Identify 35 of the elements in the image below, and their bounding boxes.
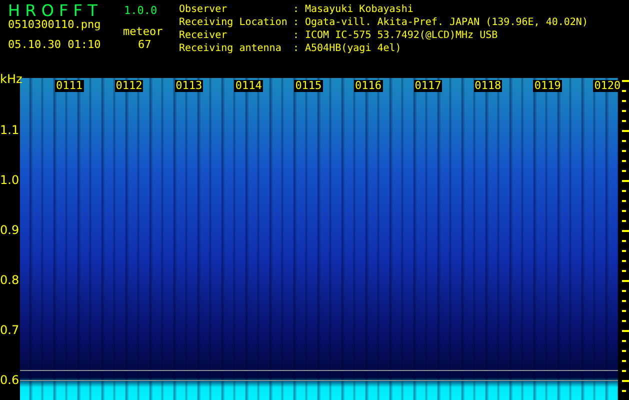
info-label: Observer (179, 3, 228, 16)
axis-unit: kHz (0, 72, 22, 86)
info-separator: : (293, 16, 300, 29)
info-value: Masayuki Kobayashi (305, 3, 414, 16)
frequency-label: 1.1 (0, 123, 20, 137)
frequency-label: 1.0 (0, 173, 20, 187)
time-label: 0111 (55, 80, 84, 92)
frequency-label: 0.8 (0, 273, 20, 287)
time-label: 0117 (414, 80, 442, 92)
meteor-count: 67 (138, 38, 152, 52)
time-label: 0113 (174, 80, 204, 92)
time-label: 0114 (234, 80, 263, 92)
info-value: Ogata-vill. Akita-Pref. JAPAN (139.96E, 40.02N) (305, 16, 588, 29)
app-name: H R O F F T (8, 2, 98, 20)
meteor-label: meteor (123, 25, 163, 39)
time-label: 0120 (593, 80, 622, 92)
time-label: 0112 (114, 80, 144, 92)
info-label: Receiving Location (179, 16, 288, 29)
file-name: 0510300110.png (8, 18, 101, 32)
info-separator: : (293, 29, 300, 42)
time-label: 0118 (474, 80, 502, 92)
info-label: Receiver (179, 29, 228, 42)
time-label: 0119 (533, 80, 562, 92)
frequency-label: 0.6 (0, 373, 20, 387)
info-label: Receiving antenna (179, 42, 282, 55)
info-separator: : (293, 42, 300, 55)
frequency-label: 0.7 (0, 323, 20, 337)
timestamp: 05.10.30 01:10 (8, 38, 101, 52)
time-label: 0115 (294, 80, 323, 92)
app-version: 1.0.0 (124, 4, 158, 18)
info-value: ICOM IC-575 53.7492(@LCD)MHz USB (305, 29, 498, 42)
frequency-label: 0.9 (0, 223, 20, 237)
info-separator: : (293, 3, 300, 16)
info-value: A504HB(yagi 4el) (305, 42, 402, 55)
time-label: 0116 (354, 80, 382, 92)
